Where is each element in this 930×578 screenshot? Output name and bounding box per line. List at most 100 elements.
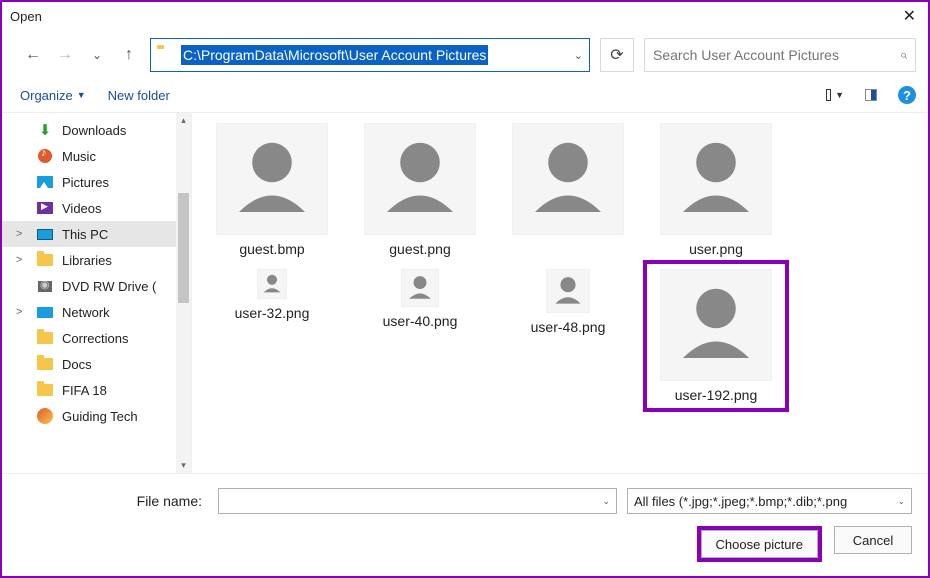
user-avatar-icon bbox=[216, 123, 328, 235]
filename-label: File name: bbox=[18, 493, 208, 509]
file-name: user-40.png bbox=[383, 313, 458, 329]
file-name: guest.png bbox=[389, 241, 451, 257]
sidebar-item-fifa-18[interactable]: FIFA 18 bbox=[2, 377, 191, 403]
file-name: guest.bmp bbox=[239, 241, 304, 257]
file-item[interactable]: user-48.png bbox=[498, 263, 638, 409]
organize-button[interactable]: Organize ▼ bbox=[20, 88, 86, 103]
open-file-dialog: Open ✕ ← → ⌄ ↑ C:\ProgramData\Microsoft\… bbox=[0, 0, 930, 578]
scrollbar-thumb[interactable] bbox=[178, 193, 189, 303]
folder-icon bbox=[157, 48, 175, 62]
file-item[interactable]: user-192.png bbox=[646, 263, 786, 409]
recent-locations-button[interactable]: ⌄ bbox=[86, 44, 108, 66]
thispc-icon bbox=[36, 226, 54, 242]
chevron-down-icon: ▼ bbox=[77, 90, 86, 100]
sidebar-item-label: Guiding Tech bbox=[62, 409, 138, 424]
sidebar-item-label: Pictures bbox=[62, 175, 109, 190]
expand-chevron-icon[interactable]: > bbox=[16, 228, 28, 240]
sidebar-item-label: Corrections bbox=[62, 331, 128, 346]
file-name: user-48.png bbox=[531, 319, 606, 335]
filter-label: All files (*.jpg;*.jpeg;*.bmp;*.dib;*.pn… bbox=[634, 494, 847, 509]
folder-icon bbox=[36, 330, 54, 346]
music-icon bbox=[36, 148, 54, 164]
filename-combo[interactable]: ⌄ bbox=[218, 488, 617, 514]
address-bar[interactable]: C:\ProgramData\Microsoft\User Account Pi… bbox=[150, 38, 590, 72]
scrollbar[interactable]: ▴ ▾ bbox=[176, 113, 191, 473]
sidebar-item-corrections[interactable]: Corrections bbox=[2, 325, 191, 351]
network-icon bbox=[36, 304, 54, 320]
sidebar-item-libraries[interactable]: > Libraries bbox=[2, 247, 191, 273]
sidebar-item-label: Videos bbox=[62, 201, 102, 216]
file-item[interactable]: user-32.png bbox=[202, 263, 342, 409]
close-icon[interactable]: ✕ bbox=[897, 6, 922, 26]
titlebar: Open ✕ bbox=[2, 2, 928, 30]
scroll-up-button[interactable]: ▴ bbox=[176, 113, 191, 128]
sidebar-item-label: Downloads bbox=[62, 123, 126, 138]
toolbar-right: ▼ ? bbox=[826, 86, 916, 104]
sidebar-item-music[interactable]: Music bbox=[2, 143, 191, 169]
file-item[interactable]: user.png bbox=[646, 117, 786, 263]
filetype-combo[interactable]: All files (*.jpg;*.jpeg;*.bmp;*.dib;*.pn… bbox=[627, 488, 912, 514]
search-icon: ⌕ bbox=[900, 47, 907, 63]
file-item[interactable] bbox=[498, 117, 638, 263]
sidebar-item-docs[interactable]: Docs bbox=[2, 351, 191, 377]
search-box[interactable]: ⌕ bbox=[644, 38, 916, 72]
file-name: user-192.png bbox=[675, 387, 758, 403]
sidebar-item-dvd-rw-drive-[interactable]: DVD RW Drive ( bbox=[2, 273, 191, 299]
view-layout-button[interactable]: ▼ bbox=[826, 87, 844, 103]
user-avatar-icon bbox=[660, 269, 772, 381]
sidebar-item-label: Docs bbox=[62, 357, 92, 372]
sidebar-item-this-pc[interactable]: > This PC bbox=[2, 221, 191, 247]
toolbar: Organize ▼ New folder ▼ ? bbox=[2, 80, 928, 113]
up-button[interactable]: ↑ bbox=[118, 44, 140, 66]
sidebar-item-network[interactable]: > Network bbox=[2, 299, 191, 325]
cancel-button[interactable]: Cancel bbox=[834, 526, 912, 554]
preview-pane-button[interactable] bbox=[862, 87, 880, 103]
sidebar-item-guiding-tech[interactable]: Guiding Tech bbox=[2, 403, 191, 429]
sidebar-item-label: Libraries bbox=[62, 253, 112, 268]
address-dropdown-icon[interactable]: ⌄ bbox=[574, 49, 583, 62]
forward-button[interactable]: → bbox=[54, 44, 76, 66]
sidebar: ⬇ Downloads Music Pictures Videos > This PC > Li… bbox=[2, 113, 192, 473]
back-button[interactable]: ← bbox=[22, 44, 44, 66]
folder-icon bbox=[36, 356, 54, 372]
user-avatar-icon bbox=[401, 269, 439, 307]
user-avatar-icon bbox=[546, 269, 590, 313]
sidebar-item-videos[interactable]: Videos bbox=[2, 195, 191, 221]
sidebar-item-pictures[interactable]: Pictures bbox=[2, 169, 191, 195]
chevron-down-icon: ⌄ bbox=[897, 496, 905, 507]
refresh-button[interactable]: ⟳ bbox=[600, 38, 634, 72]
file-grid: guest.bmp guest.png user.png user-32.png use… bbox=[192, 113, 928, 473]
download-icon: ⬇ bbox=[36, 122, 54, 138]
organize-label: Organize bbox=[20, 88, 73, 103]
user-avatar-icon bbox=[257, 269, 287, 299]
choose-picture-button[interactable]: Choose picture bbox=[701, 530, 818, 558]
file-item[interactable]: user-40.png bbox=[350, 263, 490, 409]
search-input[interactable] bbox=[653, 47, 892, 63]
folder-icon bbox=[36, 382, 54, 398]
file-item[interactable]: guest.png bbox=[350, 117, 490, 263]
new-folder-button[interactable]: New folder bbox=[108, 88, 170, 103]
user-avatar-icon bbox=[660, 123, 772, 235]
sidebar-item-label: Music bbox=[62, 149, 96, 164]
folder-icon bbox=[36, 252, 54, 268]
help-icon[interactable]: ? bbox=[898, 86, 916, 104]
scroll-down-button[interactable]: ▾ bbox=[176, 458, 191, 473]
sidebar-item-label: This PC bbox=[62, 227, 108, 242]
filename-row: File name: ⌄ All files (*.jpg;*.jpeg;*.b… bbox=[18, 488, 912, 514]
sidebar-item-label: Network bbox=[62, 305, 110, 320]
file-name: user-32.png bbox=[235, 305, 310, 321]
expand-chevron-icon[interactable]: > bbox=[16, 254, 28, 266]
sidebar-item-downloads[interactable]: ⬇ Downloads bbox=[2, 117, 191, 143]
bottom-panel: File name: ⌄ All files (*.jpg;*.jpeg;*.b… bbox=[2, 474, 928, 576]
nav-tree: ⬇ Downloads Music Pictures Videos > This PC > Li… bbox=[2, 113, 191, 429]
button-row: Choose picture Cancel bbox=[18, 526, 912, 562]
choose-picture-highlight: Choose picture bbox=[697, 526, 822, 562]
user-avatar-icon bbox=[364, 123, 476, 235]
pictures-icon bbox=[36, 174, 54, 190]
sidebar-item-label: DVD RW Drive ( bbox=[62, 279, 156, 294]
new-folder-label: New folder bbox=[108, 88, 170, 103]
expand-chevron-icon[interactable]: > bbox=[16, 306, 28, 318]
gt-icon bbox=[36, 408, 54, 424]
dvd-icon bbox=[36, 278, 54, 294]
file-item[interactable]: guest.bmp bbox=[202, 117, 342, 263]
